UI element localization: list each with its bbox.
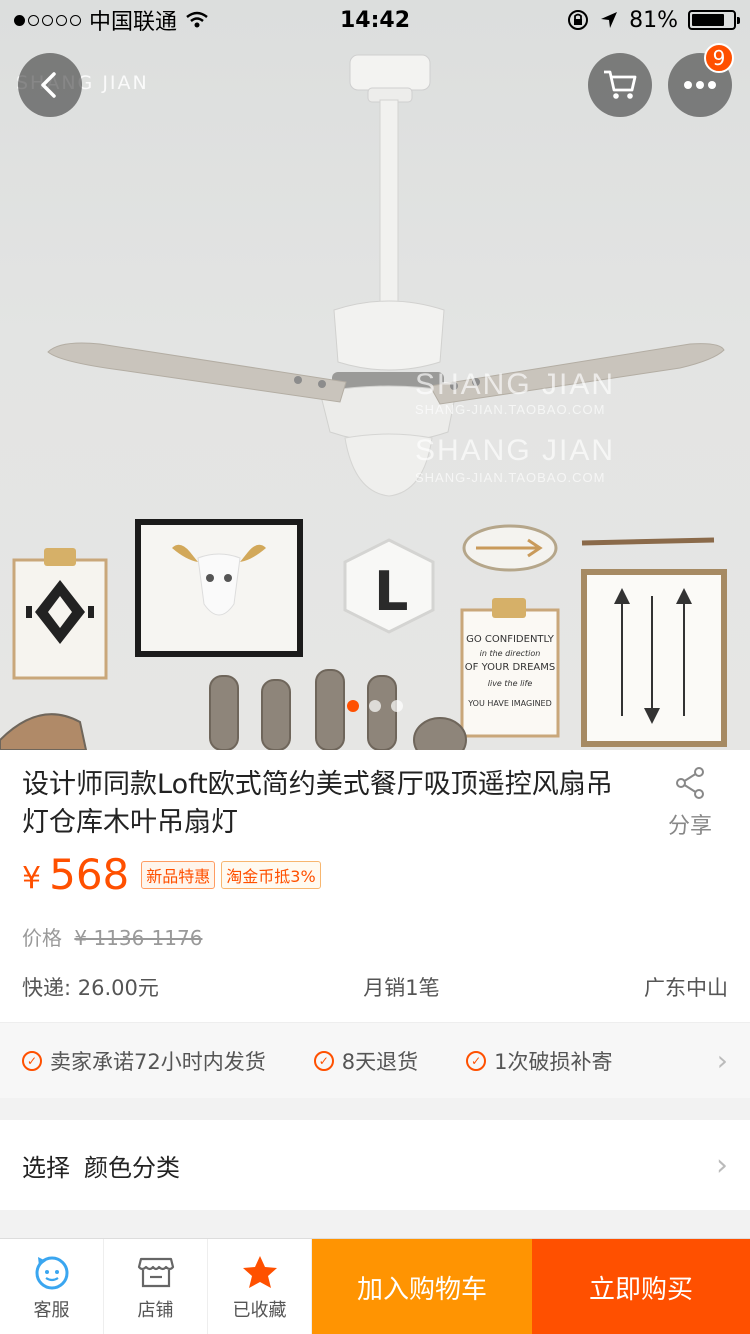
product-info-section: 设计师同款Loft欧式简约美式餐厅吸顶遥控风扇吊灯仓库木叶吊扇灯 分享 ¥ 56…	[0, 750, 750, 1022]
select-label: 选择	[22, 1153, 70, 1182]
shipping-sales-location-row: 快递: 26.00元 月销1笔 广东中山	[22, 972, 728, 1002]
shop-label: 店铺	[137, 1300, 174, 1321]
guarantee-label: 8天退货	[341, 1049, 419, 1074]
carrier-name: 中国联通	[89, 10, 178, 35]
wifi-icon	[186, 11, 208, 28]
more-menu-button[interactable]: 9	[668, 43, 734, 117]
guarantee-item: ✓ 1次破损补寄	[466, 1046, 612, 1076]
sign-line-1: GO CONFIDENTLY	[466, 634, 555, 645]
watermark-brand-2: SHANG JIAN	[415, 434, 616, 467]
location-arrow-icon	[601, 12, 618, 28]
status-bar: 中国联通 14:42 81%	[0, 0, 750, 40]
product-photo: L GO CONFIDENTLY in the direction OF YOU…	[0, 54, 727, 750]
guarantee-item: ✓ 卖家承诺72小时内发货	[22, 1046, 266, 1076]
chevron-left-icon	[41, 72, 56, 98]
chevron-right-icon: ›	[716, 1147, 728, 1183]
guarantee-item: ✓ 8天退货	[313, 1046, 419, 1076]
favorite-button[interactable]: 已收藏	[208, 1239, 312, 1334]
promo-tag-new: 新品特惠	[141, 860, 216, 889]
cart-icon	[604, 70, 637, 99]
product-image-carousel[interactable]: L GO CONFIDENTLY in the direction OF YOU…	[0, 0, 750, 750]
star-filled-icon	[242, 1256, 277, 1288]
original-price-value: ¥ 1136-1176	[74, 926, 203, 950]
letter-tile-text: L	[374, 560, 408, 623]
customer-service-icon	[35, 1256, 68, 1290]
battery-icon	[688, 10, 740, 30]
shop-icon	[137, 1257, 174, 1288]
sign-line-4: live the life	[488, 679, 533, 688]
promo-tag-coins: 淘金币抵3%	[221, 860, 321, 889]
sign-line-3: OF YOUR DREAMS	[465, 662, 555, 673]
guarantee-label: 卖家承诺72小时内发货	[50, 1049, 266, 1074]
shop-button[interactable]: 店铺	[104, 1239, 208, 1334]
customer-service-label: 客服	[33, 1300, 70, 1321]
sku-select-row[interactable]: 选择 颜色分类 ›	[0, 1120, 750, 1210]
carousel-indicator	[0, 700, 750, 712]
cart-button[interactable]	[588, 53, 652, 117]
guarantee-label: 1次破损补寄	[494, 1049, 613, 1074]
favorite-label: 已收藏	[232, 1300, 287, 1321]
rotation-lock-icon	[568, 10, 589, 30]
customer-service-button[interactable]: 客服	[0, 1239, 104, 1334]
share-button[interactable]: 分享	[650, 766, 730, 840]
check-circle-icon: ✓	[313, 1050, 334, 1071]
add-to-cart-button[interactable]: 加入购物车	[312, 1239, 532, 1334]
back-button[interactable]	[18, 53, 82, 117]
share-label: 分享	[667, 814, 712, 839]
product-title: 设计师同款Loft欧式简约美式餐厅吸顶遥控风扇吊灯仓库木叶吊扇灯	[22, 769, 613, 838]
carousel-dot	[369, 700, 381, 712]
watermark-url: SHANG-JIAN.TAOBAO.COM	[415, 402, 606, 417]
price-row: ¥ 568 新品特惠 淘金币抵3%	[22, 850, 327, 899]
carousel-dot	[391, 700, 403, 712]
ship-from-location: 广东中山	[644, 976, 728, 1000]
carousel-dot-active	[347, 700, 359, 712]
notification-badge: 9	[704, 43, 734, 73]
more-dots-icon	[684, 81, 716, 89]
check-circle-icon: ✓	[466, 1050, 487, 1071]
check-circle-icon: ✓	[22, 1050, 42, 1071]
buy-now-button[interactable]: 立即购买	[532, 1239, 750, 1334]
product-detail-page: L GO CONFIDENTLY in the direction OF YOU…	[0, 0, 750, 1334]
share-icon	[676, 767, 704, 799]
monthly-sales: 月销1笔	[363, 976, 440, 1000]
sign-line-2: in the direction	[480, 649, 541, 658]
watermark-url-2: SHANG-JIAN.TAOBAO.COM	[415, 470, 606, 485]
select-value: 颜色分类	[84, 1153, 180, 1182]
price-value: 568	[49, 850, 130, 899]
battery-percent: 81%	[629, 7, 678, 33]
original-price-label: 价格	[22, 926, 62, 950]
chevron-right-icon: ›	[716, 1044, 728, 1077]
bottom-action-bar: 客服 店铺 已收藏 加入购物车 立即购买	[0, 1238, 750, 1334]
signal-strength-icon	[14, 14, 81, 26]
service-guarantees-row[interactable]: ✓ 卖家承诺72小时内发货 ✓ 8天退货 ✓ 1次破损补寄 ›	[0, 1022, 750, 1098]
price-currency: ¥	[22, 861, 42, 896]
watermark-brand: SHANG JIAN	[415, 368, 616, 401]
original-price-row: 价格 ¥ 1136-1176	[22, 922, 202, 951]
shipping-fee: 快递: 26.00元	[22, 976, 159, 1000]
